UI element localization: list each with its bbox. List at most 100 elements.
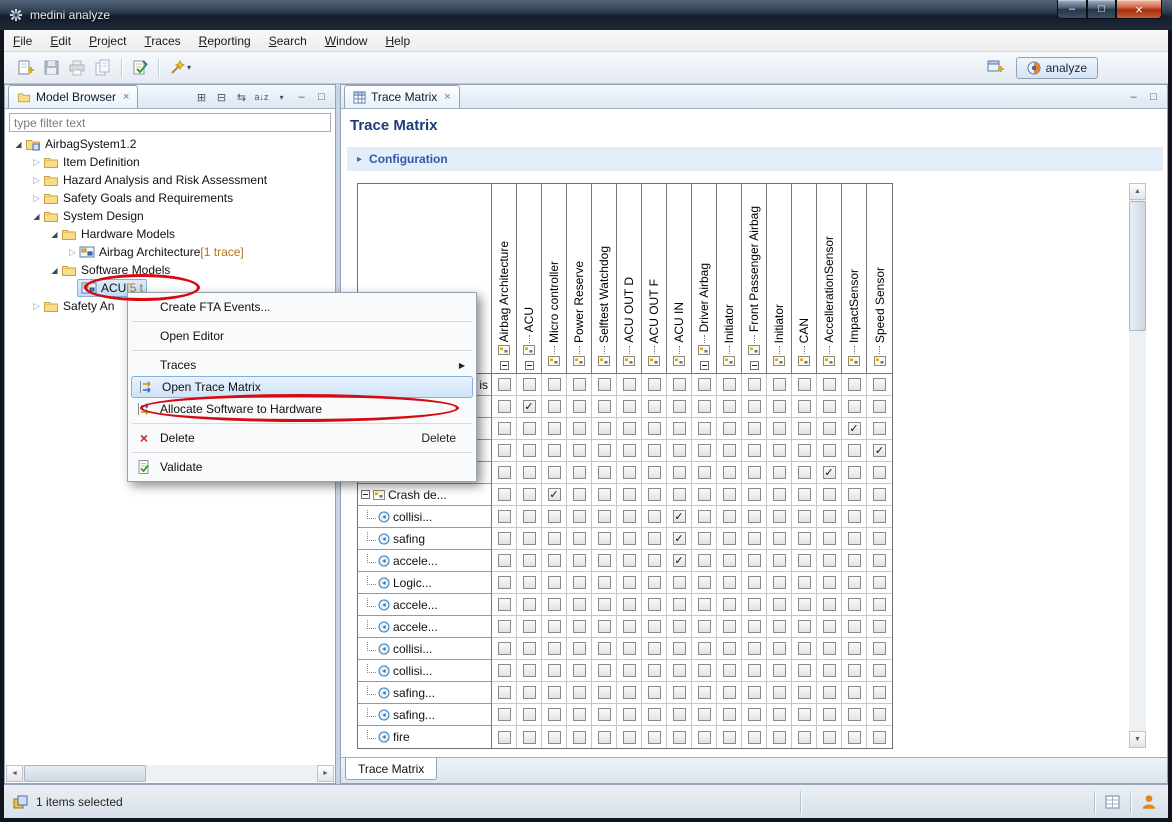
context-menu-item-traces[interactable]: Traces▶ bbox=[130, 354, 474, 376]
checkbox-unchecked[interactable] bbox=[548, 510, 561, 523]
matrix-cell[interactable] bbox=[692, 462, 717, 484]
matrix-cell[interactable] bbox=[592, 660, 617, 682]
matrix-cell[interactable] bbox=[767, 440, 792, 462]
matrix-cell[interactable] bbox=[692, 396, 717, 418]
matrix-cell[interactable] bbox=[492, 484, 517, 506]
grid-status-icon[interactable] bbox=[1104, 793, 1122, 811]
checkbox-unchecked[interactable] bbox=[773, 642, 786, 655]
matrix-cell[interactable] bbox=[517, 440, 542, 462]
checkbox-checked[interactable]: ✓ bbox=[523, 400, 536, 413]
checkbox-unchecked[interactable] bbox=[498, 488, 511, 501]
context-menu-item-validate[interactable]: Validate bbox=[130, 456, 474, 478]
checkbox-unchecked[interactable] bbox=[773, 576, 786, 589]
wand-dropdown-icon[interactable]: ▾ bbox=[187, 63, 191, 72]
matrix-cell[interactable] bbox=[517, 572, 542, 594]
checkbox-unchecked[interactable] bbox=[673, 664, 686, 677]
matrix-row-header[interactable]: collisi... bbox=[358, 660, 492, 682]
matrix-cell[interactable] bbox=[867, 616, 892, 638]
matrix-cell[interactable] bbox=[717, 440, 742, 462]
checkbox-unchecked[interactable] bbox=[548, 598, 561, 611]
matrix-cell[interactable] bbox=[592, 572, 617, 594]
checkbox-unchecked[interactable] bbox=[773, 664, 786, 677]
menu-window[interactable]: Window bbox=[316, 30, 377, 51]
matrix-cell[interactable] bbox=[667, 638, 692, 660]
matrix-cell[interactable] bbox=[792, 418, 817, 440]
checkbox-unchecked[interactable] bbox=[573, 422, 586, 435]
checkbox-unchecked[interactable] bbox=[848, 598, 861, 611]
checkbox-unchecked[interactable] bbox=[623, 510, 636, 523]
matrix-cell[interactable] bbox=[842, 726, 867, 748]
matrix-cell[interactable] bbox=[817, 506, 842, 528]
checkbox-unchecked[interactable] bbox=[573, 576, 586, 589]
row-expander-icon[interactable] bbox=[361, 490, 370, 499]
matrix-cell[interactable] bbox=[817, 396, 842, 418]
checkbox-unchecked[interactable] bbox=[573, 686, 586, 699]
view-menu-icon[interactable]: ▾ bbox=[273, 88, 290, 106]
checkbox-unchecked[interactable] bbox=[598, 620, 611, 633]
matrix-cell[interactable] bbox=[492, 440, 517, 462]
checkbox-unchecked[interactable] bbox=[648, 731, 661, 744]
matrix-cell[interactable] bbox=[842, 572, 867, 594]
checkbox-unchecked[interactable] bbox=[573, 444, 586, 457]
matrix-cell[interactable] bbox=[792, 374, 817, 396]
checkbox-unchecked[interactable] bbox=[823, 642, 836, 655]
matrix-cell[interactable] bbox=[842, 462, 867, 484]
matrix-cell[interactable] bbox=[642, 484, 667, 506]
matrix-cell[interactable] bbox=[842, 374, 867, 396]
collapse-all-icon[interactable]: ⊟ bbox=[213, 88, 230, 106]
checkbox-unchecked[interactable] bbox=[573, 466, 586, 479]
matrix-cell[interactable] bbox=[867, 704, 892, 726]
checkbox-unchecked[interactable] bbox=[573, 731, 586, 744]
checkbox-unchecked[interactable] bbox=[623, 422, 636, 435]
checkbox-unchecked[interactable] bbox=[523, 510, 536, 523]
matrix-cell[interactable] bbox=[642, 462, 667, 484]
checkbox-unchecked[interactable] bbox=[723, 510, 736, 523]
matrix-cell[interactable] bbox=[767, 462, 792, 484]
matrix-cell[interactable] bbox=[542, 616, 567, 638]
matrix-cell[interactable] bbox=[642, 616, 667, 638]
checkbox-unchecked[interactable] bbox=[798, 554, 811, 567]
matrix-cell[interactable] bbox=[867, 594, 892, 616]
menu-edit[interactable]: Edit bbox=[41, 30, 80, 51]
checkbox-unchecked[interactable] bbox=[723, 598, 736, 611]
sort-icon[interactable]: a↓z bbox=[253, 88, 270, 106]
tree-item-system-design[interactable]: ◢System Design bbox=[6, 207, 334, 225]
checkbox-unchecked[interactable] bbox=[723, 620, 736, 633]
checkbox-unchecked[interactable] bbox=[673, 598, 686, 611]
checkbox-unchecked[interactable] bbox=[698, 664, 711, 677]
checkbox-unchecked[interactable] bbox=[823, 422, 836, 435]
matrix-cell[interactable] bbox=[517, 616, 542, 638]
checkbox-unchecked[interactable] bbox=[573, 532, 586, 545]
matrix-cell[interactable] bbox=[642, 550, 667, 572]
tab-model-browser[interactable]: Model Browser × bbox=[8, 85, 138, 108]
matrix-cell[interactable] bbox=[742, 594, 767, 616]
menu-reporting[interactable]: Reporting bbox=[190, 30, 260, 51]
checkbox-unchecked[interactable] bbox=[698, 400, 711, 413]
matrix-cell[interactable] bbox=[517, 506, 542, 528]
matrix-cell[interactable] bbox=[542, 682, 567, 704]
matrix-cell[interactable] bbox=[492, 660, 517, 682]
checkbox-unchecked[interactable] bbox=[648, 532, 661, 545]
checkbox-unchecked[interactable] bbox=[873, 554, 886, 567]
matrix-cell[interactable] bbox=[617, 572, 642, 594]
checkbox-unchecked[interactable] bbox=[873, 488, 886, 501]
checkbox-unchecked[interactable] bbox=[523, 554, 536, 567]
checkbox-unchecked[interactable] bbox=[648, 620, 661, 633]
checkbox-unchecked[interactable] bbox=[848, 532, 861, 545]
checkbox-unchecked[interactable] bbox=[773, 731, 786, 744]
checkbox-unchecked[interactable] bbox=[648, 554, 661, 567]
matrix-cell[interactable] bbox=[767, 506, 792, 528]
checkbox-unchecked[interactable] bbox=[798, 598, 811, 611]
matrix-cell[interactable] bbox=[842, 506, 867, 528]
matrix-cell[interactable] bbox=[792, 396, 817, 418]
matrix-cell[interactable] bbox=[567, 374, 592, 396]
matrix-cell[interactable] bbox=[842, 528, 867, 550]
matrix-cell[interactable] bbox=[742, 418, 767, 440]
checkbox-unchecked[interactable] bbox=[573, 708, 586, 721]
column-expander-icon[interactable] bbox=[700, 361, 709, 370]
checkbox-unchecked[interactable] bbox=[548, 378, 561, 391]
matrix-cell[interactable] bbox=[742, 726, 767, 748]
matrix-cell[interactable] bbox=[517, 528, 542, 550]
checkbox-unchecked[interactable] bbox=[548, 466, 561, 479]
matrix-cell[interactable] bbox=[517, 418, 542, 440]
